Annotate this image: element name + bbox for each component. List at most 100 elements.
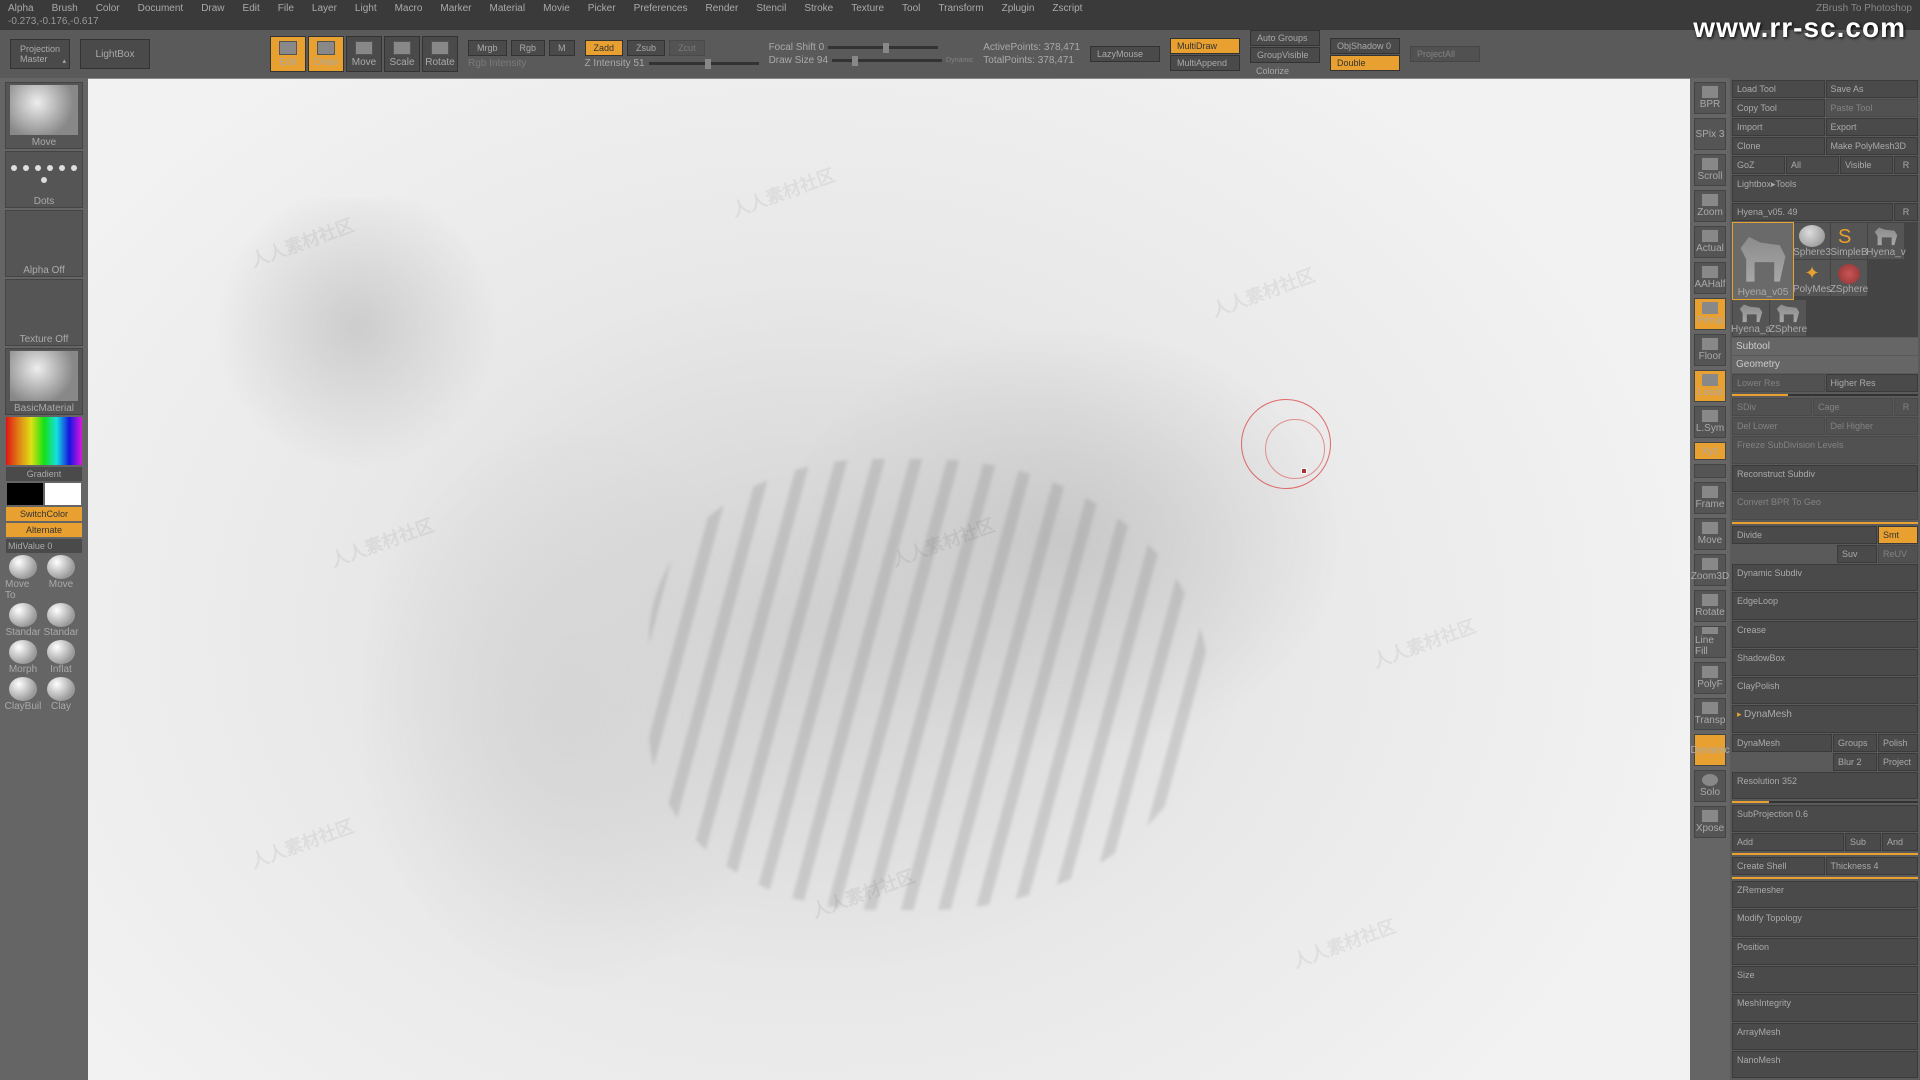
color-picker[interactable] <box>6 417 82 465</box>
projection-master-button[interactable]: Projection Master <box>10 39 70 69</box>
menu-document[interactable]: Document <box>138 3 184 14</box>
aahalf-button[interactable]: AAHalf <box>1694 262 1726 294</box>
menu-zscript[interactable]: Zscript <box>1052 3 1082 14</box>
texture-thumb[interactable]: Texture Off <box>5 279 83 346</box>
dyna-polish-button[interactable]: Polish <box>1878 734 1918 752</box>
projectall-button[interactable]: ProjectAll <box>1410 46 1480 62</box>
switchcolor-button[interactable]: SwitchColor <box>6 507 82 521</box>
draw-size-slider[interactable] <box>832 59 942 62</box>
rotate3d-button[interactable]: Rotate <box>1694 590 1726 622</box>
higherres-button[interactable]: Higher Res <box>1826 374 1919 392</box>
thumb-zsphere[interactable]: ZSphere <box>1831 260 1867 296</box>
scroll-button[interactable]: Scroll <box>1694 154 1726 186</box>
multiappend-button[interactable]: MultiAppend <box>1170 55 1240 71</box>
sdiv-r-button[interactable]: R <box>1894 398 1918 416</box>
crease-header[interactable]: Crease <box>1732 621 1918 648</box>
thumb-sphere3[interactable]: Sphere3 <box>1794 223 1830 259</box>
menu-brush[interactable]: Brush <box>52 3 78 14</box>
menu-movie[interactable]: Movie <box>543 3 570 14</box>
zcut-button[interactable]: Zcut <box>669 40 705 56</box>
midvalue-label[interactable]: MidValue 0 <box>6 539 82 553</box>
suv-button[interactable]: Suv <box>1837 545 1877 563</box>
menu-transform[interactable]: Transform <box>938 3 983 14</box>
objshadow-button[interactable]: ObjShadow 0 <box>1330 38 1400 54</box>
zremesher-header[interactable]: ZRemesher <box>1732 881 1918 908</box>
spix-button[interactable]: SPix 3 <box>1694 118 1726 150</box>
polyf-button[interactable]: PolyF <box>1694 662 1726 694</box>
copytool-button[interactable]: Copy Tool <box>1732 99 1825 117</box>
menu-zplugin[interactable]: Zplugin <box>1002 3 1035 14</box>
swatch-white[interactable] <box>45 483 81 505</box>
goz-all-button[interactable]: All <box>1786 156 1839 174</box>
blank-button[interactable] <box>1694 464 1726 478</box>
menu-color[interactable]: Color <box>96 3 120 14</box>
lowerres-button[interactable]: Lower Res <box>1732 374 1825 392</box>
menu-render[interactable]: Render <box>706 3 739 14</box>
menu-file[interactable]: File <box>278 3 294 14</box>
meshintegrity-header[interactable]: MeshIntegrity <box>1732 994 1918 1021</box>
frame-button[interactable]: Frame <box>1694 482 1726 514</box>
menu-macro[interactable]: Macro <box>395 3 423 14</box>
menu-material[interactable]: Material <box>490 3 526 14</box>
lightbox-tools-button[interactable]: Lightbox▸Tools <box>1732 175 1918 202</box>
resolution-slider[interactable]: Resolution 352 <box>1732 772 1918 799</box>
brush-standard1[interactable]: Standar <box>5 603 41 638</box>
goz-button[interactable]: GoZ <box>1732 156 1785 174</box>
viewport[interactable]: 人人素材社区 人人素材社区 人人素材社区 人人素材社区 人人素材社区 人人素材社… <box>88 78 1690 1080</box>
move3d-button[interactable]: Move <box>1694 518 1726 550</box>
subtool-header[interactable]: Subtool <box>1732 338 1918 355</box>
reuv-button[interactable]: ReUV <box>1878 545 1918 563</box>
zsub-button[interactable]: Zsub <box>627 40 665 56</box>
and-button[interactable]: And <box>1882 833 1918 851</box>
alternate-button[interactable]: Alternate <box>6 523 82 537</box>
divide-button[interactable]: Divide <box>1732 526 1877 544</box>
position-header[interactable]: Position <box>1732 938 1918 965</box>
menu-marker[interactable]: Marker <box>440 3 471 14</box>
alpha-thumb[interactable]: Alpha Off <box>5 210 83 277</box>
delhigher-button[interactable]: Del Higher <box>1826 417 1919 435</box>
focal-shift-slider[interactable] <box>828 46 938 49</box>
export-button[interactable]: Export <box>1826 118 1919 136</box>
goz-r-button[interactable]: R <box>1894 156 1918 174</box>
brush-moveto[interactable]: Move To <box>5 555 41 601</box>
menu-stroke[interactable]: Stroke <box>804 3 833 14</box>
convert-bpr-button[interactable]: Convert BPR To Geo <box>1732 493 1918 520</box>
reconstruct-button[interactable]: Reconstruct Subdiv <box>1732 465 1918 492</box>
colorize-button[interactable]: Colorize <box>1250 64 1320 78</box>
brush-inflat[interactable]: Inflat <box>43 640 79 675</box>
linefill-button[interactable]: Line Fill <box>1694 626 1726 658</box>
dynamic-subdiv-header[interactable]: Dynamic Subdiv <box>1732 564 1918 591</box>
modifytopology-header[interactable]: Modify Topology <box>1732 909 1918 936</box>
menu-picker[interactable]: Picker <box>588 3 616 14</box>
convert-slider[interactable] <box>1732 522 1918 524</box>
shadowbox-header[interactable]: ShadowBox <box>1732 649 1918 676</box>
edit-button[interactable]: Edit <box>270 36 306 72</box>
sdiv-slider[interactable] <box>1732 394 1918 396</box>
multidraw-button[interactable]: MultiDraw <box>1170 38 1240 54</box>
thickness-slider[interactable]: Thickness 4 <box>1826 857 1919 875</box>
z-intensity-slider[interactable] <box>649 62 759 65</box>
thumb-zsphere2[interactable]: ZSphere <box>1770 300 1806 336</box>
zoom3d-button[interactable]: Zoom3D <box>1694 554 1726 586</box>
dynamesh-button[interactable]: DynaMesh <box>1732 734 1832 752</box>
saveas-button[interactable]: Save As <box>1826 80 1919 98</box>
createshell-button[interactable]: Create Shell <box>1732 857 1825 875</box>
dynamic-button[interactable]: Dynamic <box>1694 734 1726 766</box>
groupvisible-button[interactable]: GroupVisible <box>1250 47 1320 63</box>
sub-button[interactable]: Sub <box>1845 833 1881 851</box>
menu-preferences[interactable]: Preferences <box>634 3 688 14</box>
menu-edit[interactable]: Edit <box>243 3 260 14</box>
cage-button[interactable]: Cage <box>1813 398 1893 416</box>
edgeloop-header[interactable]: EdgeLoop <box>1732 592 1918 619</box>
geometry-header[interactable]: Geometry <box>1732 356 1918 373</box>
autogroups-button[interactable]: Auto Groups <box>1250 30 1320 46</box>
bpr-button[interactable]: BPR <box>1694 82 1726 114</box>
brush-thumb[interactable]: Move <box>5 82 83 149</box>
zoom-button[interactable]: Zoom <box>1694 190 1726 222</box>
dellower-button[interactable]: Del Lower <box>1732 417 1825 435</box>
floor-button[interactable]: Floor <box>1694 334 1726 366</box>
smt-button[interactable]: Smt <box>1878 526 1918 544</box>
project-button[interactable]: Project <box>1878 753 1918 771</box>
gradient-button[interactable]: Gradient <box>6 467 82 481</box>
rotate-button[interactable]: Rotate <box>422 36 458 72</box>
